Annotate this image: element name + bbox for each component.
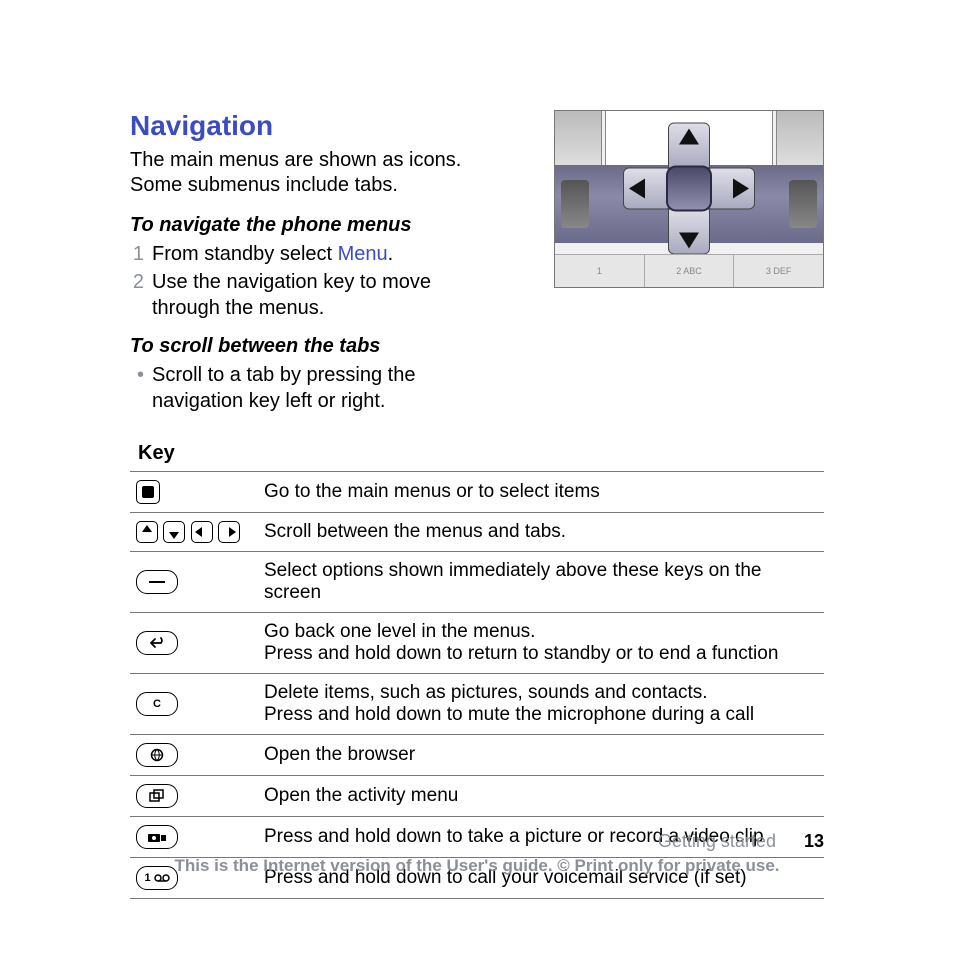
key-desc: Go back one level in the menus. Press an… — [258, 613, 824, 674]
subhead-navigate: To navigate the phone menus — [130, 214, 470, 237]
softkey-icon — [136, 570, 178, 594]
bullet-marker: • — [130, 362, 144, 388]
step-1-text: From standby select Menu. — [152, 241, 470, 267]
menu-link[interactable]: Menu — [338, 243, 388, 265]
step-1-suffix: . — [388, 243, 394, 265]
page-heading: Navigation — [130, 110, 470, 142]
step-marker-1: 1 — [130, 241, 144, 267]
intro-text: The main menus are shown as icons. Some … — [130, 148, 470, 198]
dpad-icon — [623, 122, 755, 254]
table-row: Go back one level in the menus. Press an… — [130, 613, 824, 674]
softkey-left-icon — [561, 180, 589, 228]
center-select-key-icon — [136, 480, 160, 504]
keypad-1-label: 1 — [555, 255, 645, 287]
key-desc: Open the browser — [258, 735, 824, 776]
table-row: Open the browser — [130, 735, 824, 776]
subhead-scroll-tabs: To scroll between the tabs — [130, 335, 470, 358]
step-marker-2: 2 — [130, 269, 144, 295]
softkey-right-icon — [789, 180, 817, 228]
page-footer: Getting started 13 This is the Internet … — [0, 831, 954, 876]
manual-page: Navigation The main menus are shown as i… — [0, 0, 954, 954]
footer-section-label: Getting started — [658, 831, 776, 852]
key-desc: Select options shown immediately above t… — [258, 552, 824, 613]
table-row: Select options shown immediately above t… — [130, 552, 824, 613]
table-row: Go to the main menus or to select items — [130, 472, 824, 513]
nav-up-key-icon — [136, 521, 158, 543]
nav-down-key-icon — [163, 521, 185, 543]
activity-menu-key-icon — [136, 784, 178, 808]
footer-notice: This is the Internet version of the User… — [0, 856, 954, 876]
step-2-text: Use the navigation key to move through t… — [152, 269, 470, 321]
keypad-3-label: 3 DEF — [734, 255, 823, 287]
key-table-heading: Key — [138, 442, 824, 465]
table-row: Scroll between the menus and tabs. — [130, 513, 824, 552]
browser-key-icon — [136, 743, 178, 767]
table-row: C Delete items, such as pictures, sounds… — [130, 674, 824, 735]
key-desc: Go to the main menus or to select items — [258, 472, 824, 513]
phone-navigation-illustration: 1 2 ABC 3 DEF — [554, 110, 824, 288]
back-key-icon — [136, 631, 178, 655]
keypad-2-label: 2 ABC — [645, 255, 735, 287]
nav-left-key-icon — [191, 521, 213, 543]
clear-key-icon: C — [136, 692, 178, 716]
key-desc: Open the activity menu — [258, 776, 824, 817]
key-desc: Delete items, such as pictures, sounds a… — [258, 674, 824, 735]
bullet-text: Scroll to a tab by pressing the navigati… — [152, 362, 470, 414]
table-row: Open the activity menu — [130, 776, 824, 817]
key-desc: Scroll between the menus and tabs. — [258, 513, 824, 552]
step-1-prefix: From standby select — [152, 243, 338, 265]
page-number: 13 — [804, 831, 824, 852]
nav-right-key-icon — [218, 521, 240, 543]
